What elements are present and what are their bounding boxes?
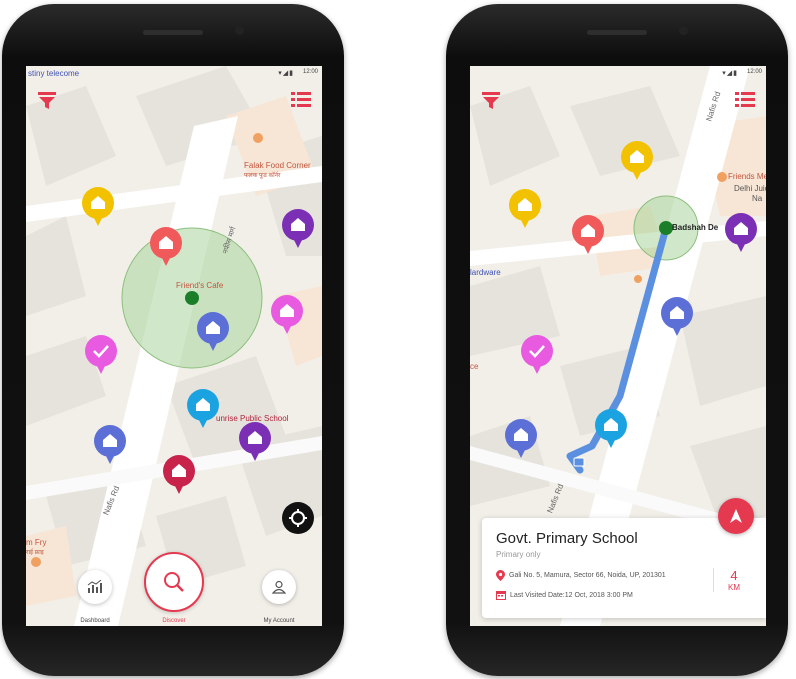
chart-icon: [87, 580, 102, 593]
school-info-card[interactable]: Govt. Primary School Primary only Gali N…: [482, 518, 766, 618]
status-bar: stiny telecome ▾◢▮ 12:00: [26, 66, 322, 80]
school-pin[interactable]: [594, 408, 628, 450]
account-button[interactable]: [262, 570, 296, 604]
status-clock: 12:00: [746, 69, 762, 75]
poi-label-delhi: Delhi Juic: [734, 184, 766, 193]
distance-value: 4: [730, 568, 738, 583]
filter-icon[interactable]: [36, 90, 58, 110]
discover-label: Discover: [162, 618, 186, 624]
poi-label-cafe: Friend's Cafe: [176, 281, 224, 290]
right-phone: ▾◢▮ 12:00 Nafis Rd Nafis Rd Friends Medi…: [446, 4, 788, 676]
poi-label-food-corner: Falak Food Corner: [244, 161, 311, 170]
school-pin[interactable]: [238, 421, 272, 463]
left-screen: stiny telecome ▾◢▮ 12:00 Falak Food Corn…: [26, 66, 322, 626]
school-pin[interactable]: [196, 311, 230, 353]
carrier-label: stiny telecome: [28, 69, 80, 78]
poi-label-friends-medi: Friends Medi: [728, 172, 766, 181]
school-pin[interactable]: [281, 208, 315, 250]
last-visited-row: Last Visited Date:12 Oct, 2018 3:00 PM: [496, 590, 633, 600]
poi-label-ce: ce: [470, 362, 479, 371]
distance-block: 4 KM: [713, 568, 754, 592]
poi-label-hardware: lardware: [470, 268, 501, 277]
location-pin-icon: [496, 570, 505, 581]
poi-label-badshah: Badshah De: [672, 223, 719, 232]
list-icon[interactable]: [290, 90, 312, 110]
school-pin[interactable]: [162, 454, 196, 496]
speaker: [143, 30, 203, 35]
school-subtitle: Primary only: [496, 550, 541, 559]
last-visited-text: Last Visited Date:12 Oct, 2018 3:00 PM: [510, 591, 633, 599]
address-text: Gali No. 5, Mamura, Sector 66, Noida, UP…: [509, 572, 666, 579]
list-icon[interactable]: [734, 90, 756, 110]
bottom-nav: Dashboard Discover My Account: [26, 546, 322, 626]
school-pin[interactable]: [508, 188, 542, 230]
address-row: Gali No. 5, Mamura, Sector 66, Noida, UP…: [496, 570, 666, 581]
school-title: Govt. Primary School: [496, 530, 638, 547]
account-label: My Account: [263, 618, 295, 624]
camera: [234, 26, 244, 35]
status-bar: ▾◢▮ 12:00: [470, 66, 766, 80]
map-view[interactable]: [26, 66, 322, 626]
calendar-icon: [496, 591, 506, 600]
school-pin[interactable]: [93, 424, 127, 466]
poi-label-food-corner-sub: फलक फूड कॉर्नर: [244, 173, 281, 179]
speaker: [587, 30, 647, 35]
school-pin[interactable]: [620, 140, 654, 182]
filter-icon[interactable]: [480, 90, 502, 110]
distance-unit: KM: [728, 583, 740, 592]
school-pin[interactable]: [149, 226, 183, 268]
navigate-icon: [730, 509, 742, 523]
discover-button[interactable]: [144, 552, 204, 612]
left-phone: stiny telecome ▾◢▮ 12:00 Falak Food Corn…: [2, 4, 344, 676]
right-screen: ▾◢▮ 12:00 Nafis Rd Nafis Rd Friends Medi…: [470, 66, 766, 626]
poi-label-na: Na: [752, 194, 763, 203]
visited-pin[interactable]: [84, 334, 118, 376]
school-pin[interactable]: [571, 214, 605, 256]
school-pin[interactable]: [724, 212, 758, 254]
user-icon: [272, 580, 286, 594]
dashboard-label: Dashboard: [80, 618, 110, 624]
navigate-button[interactable]: [718, 498, 754, 534]
status-clock: 12:00: [302, 69, 318, 75]
visited-pin[interactable]: [520, 334, 554, 376]
school-pin[interactable]: [186, 388, 220, 430]
school-pin[interactable]: [270, 294, 304, 336]
signal-icons: ▾◢▮: [278, 70, 294, 77]
school-pin[interactable]: [660, 296, 694, 338]
locate-button[interactable]: [282, 502, 314, 534]
school-pin[interactable]: [504, 418, 538, 460]
locate-icon: [289, 509, 307, 527]
dashboard-button[interactable]: [78, 570, 112, 604]
search-icon: [164, 572, 184, 592]
camera: [678, 26, 688, 35]
school-pin[interactable]: [81, 186, 115, 228]
signal-icons: ▾◢▮: [722, 70, 738, 77]
